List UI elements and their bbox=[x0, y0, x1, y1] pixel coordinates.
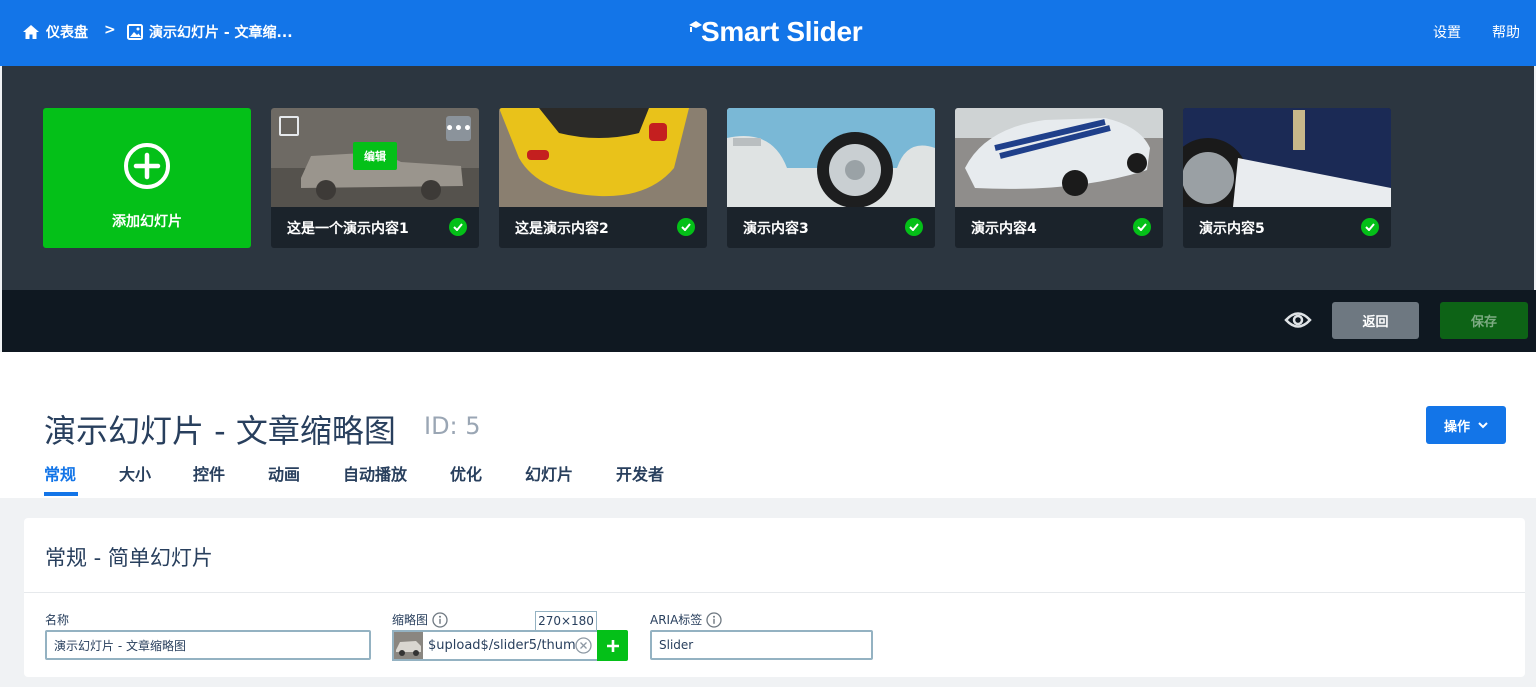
breadcrumb-dashboard-label: 仪表盘 bbox=[46, 25, 88, 41]
check-icon bbox=[677, 218, 695, 236]
edit-slide-button[interactable]: 编辑 bbox=[353, 142, 397, 170]
back-button[interactable]: 返回 bbox=[1332, 302, 1419, 339]
thumbnail-size-tooltip: 270×180 bbox=[535, 611, 597, 631]
general-settings-panel: 常规 - 简单幻灯片 名称 演示幻灯片 - 文章缩略图 缩略图 270×180 … bbox=[24, 518, 1525, 677]
tab-optimize[interactable]: 优化 bbox=[450, 461, 482, 485]
slide-select-checkbox[interactable] bbox=[279, 116, 299, 136]
plus-circle-icon bbox=[123, 142, 171, 194]
info-icon[interactable] bbox=[706, 611, 722, 628]
tab-autoplay[interactable]: 自动播放 bbox=[343, 461, 407, 485]
info-icon[interactable] bbox=[432, 611, 448, 628]
breadcrumb-separator: > bbox=[104, 22, 116, 38]
tab-slides[interactable]: 幻灯片 bbox=[525, 461, 573, 485]
tab-size[interactable]: 大小 bbox=[119, 461, 151, 485]
more-options-button[interactable]: ••• bbox=[445, 116, 472, 141]
plus-icon bbox=[606, 639, 619, 652]
breadcrumb-slider[interactable]: 演示幻灯片 - 文章缩... bbox=[127, 22, 293, 42]
tab-developer[interactable]: 开发者 bbox=[616, 461, 664, 485]
operations-label: 操作 bbox=[1443, 419, 1470, 435]
slide-title: 演示内容4 bbox=[971, 221, 1037, 237]
name-input[interactable]: 演示幻灯片 - 文章缩略图 bbox=[45, 630, 371, 660]
slide-thumbnail bbox=[499, 108, 707, 207]
active-tab-indicator bbox=[44, 492, 78, 496]
aria-label: ARIA标签 bbox=[650, 611, 722, 628]
slide-card-2[interactable]: 这是演示内容2 bbox=[499, 108, 707, 248]
slide-title: 演示内容3 bbox=[743, 221, 809, 237]
image-icon bbox=[127, 24, 143, 40]
tab-general[interactable]: 常规 bbox=[44, 461, 76, 485]
thumbnail-path-input[interactable]: $upload$/slider5/thum bbox=[422, 630, 598, 661]
slide-card-1[interactable]: ••• 编辑 这是一个演示内容1 bbox=[271, 108, 479, 248]
add-thumbnail-button[interactable] bbox=[597, 630, 628, 661]
logo-cap-icon bbox=[689, 21, 702, 32]
slide-thumbnail bbox=[955, 108, 1163, 207]
breadcrumb-slider-label: 演示幻灯片 - 文章缩... bbox=[149, 25, 293, 41]
slide-title: 演示内容5 bbox=[1199, 221, 1265, 237]
check-icon bbox=[1133, 218, 1151, 236]
aria-label-text: ARIA标签 bbox=[650, 613, 703, 627]
logo-text: Smart Slider bbox=[701, 16, 863, 47]
thumbnail-preview bbox=[392, 630, 423, 661]
thumbnail-label: 缩略图 bbox=[392, 611, 448, 628]
slide-card-4[interactable]: 演示内容4 bbox=[955, 108, 1163, 248]
name-label-text: 名称 bbox=[45, 613, 70, 627]
slide-title: 这是一个演示内容1 bbox=[287, 221, 409, 237]
breadcrumb-dashboard[interactable]: 仪表盘 bbox=[22, 22, 88, 42]
name-label: 名称 bbox=[45, 611, 69, 628]
home-icon bbox=[22, 24, 40, 40]
slides-area: 添加幻灯片 ••• 编辑 这是一个演示内容1 这是演示内容2 演示内容3 演示内… bbox=[2, 66, 1534, 290]
action-bar: 返回 保存 bbox=[2, 290, 1536, 352]
slide-card-5[interactable]: 演示内容5 bbox=[1183, 108, 1391, 248]
page-header: 演示幻灯片 - 文章缩略图 ID: 5 操作 常规 大小 控件 动画 自动播放 … bbox=[0, 352, 1536, 498]
tab-animation[interactable]: 动画 bbox=[268, 461, 300, 485]
add-slide-label: 添加幻灯片 bbox=[112, 214, 182, 230]
panel-divider bbox=[24, 592, 1525, 593]
slide-thumbnail bbox=[727, 108, 935, 207]
aria-label-input[interactable]: Slider bbox=[650, 630, 873, 660]
panel-title: 常规 - 简单幻灯片 bbox=[45, 546, 213, 570]
thumbnail-field: $upload$/slider5/thum bbox=[392, 630, 628, 661]
slider-id: ID: 5 bbox=[424, 412, 481, 440]
smart-slider-logo: Smart Slider bbox=[688, 14, 863, 50]
tab-controls[interactable]: 控件 bbox=[193, 461, 225, 485]
check-icon bbox=[905, 218, 923, 236]
page-title: 演示幻灯片 - 文章缩略图 bbox=[44, 412, 396, 450]
eye-icon[interactable] bbox=[1284, 309, 1312, 335]
clear-icon[interactable] bbox=[575, 637, 592, 654]
check-icon bbox=[449, 218, 467, 236]
help-link[interactable]: 帮助 bbox=[1492, 22, 1520, 42]
thumbnail-label-text: 缩略图 bbox=[392, 613, 429, 627]
save-button[interactable]: 保存 bbox=[1440, 302, 1528, 339]
operations-dropdown-button[interactable]: 操作 bbox=[1426, 406, 1506, 444]
slide-thumbnail bbox=[1183, 108, 1391, 207]
chevron-down-icon bbox=[1478, 418, 1488, 433]
add-slide-button[interactable]: 添加幻灯片 bbox=[43, 108, 251, 248]
settings-link[interactable]: 设置 bbox=[1433, 22, 1461, 42]
slide-title: 这是演示内容2 bbox=[515, 221, 609, 237]
top-bar: 仪表盘 > 演示幻灯片 - 文章缩... Smart Slider 设置 帮助 bbox=[0, 0, 1536, 66]
slide-card-3[interactable]: 演示内容3 bbox=[727, 108, 935, 248]
check-icon bbox=[1361, 218, 1379, 236]
